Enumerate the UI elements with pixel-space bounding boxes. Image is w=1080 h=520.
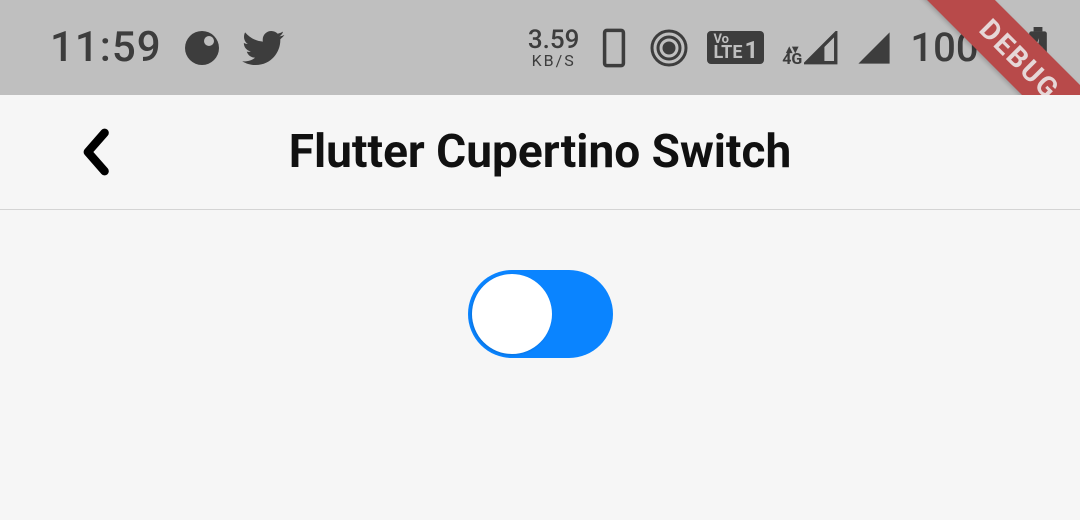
volte-icon: Vo LTE 1 bbox=[707, 31, 764, 64]
volte-bot-label: LTE bbox=[713, 46, 742, 60]
phone-portrait-icon bbox=[597, 28, 631, 68]
chevron-left-icon bbox=[79, 128, 111, 176]
body-area bbox=[0, 210, 1080, 520]
signal-4g-indicator: ▴▾ 4G bbox=[782, 31, 838, 65]
back-button[interactable] bbox=[70, 127, 120, 177]
network-speed-indicator: 3.59 KB/S bbox=[528, 27, 580, 69]
switch-thumb bbox=[472, 274, 552, 354]
network-speed-value: 3.59 bbox=[528, 27, 580, 53]
volte-sim-number: 1 bbox=[744, 41, 758, 60]
notification-dot-icon bbox=[182, 28, 222, 68]
cupertino-nav-bar: Flutter Cupertino Switch bbox=[0, 95, 1080, 210]
page-title: Flutter Cupertino Switch bbox=[289, 125, 791, 179]
status-time: 11:59 bbox=[50, 23, 162, 72]
status-bar: 11:59 3.59 KB/S Vo LTE 1 bbox=[0, 0, 1080, 95]
status-left-group: 11:59 bbox=[50, 23, 286, 72]
hotspot-icon bbox=[649, 28, 689, 68]
network-speed-unit: KB/S bbox=[532, 53, 576, 69]
cupertino-switch[interactable] bbox=[468, 270, 613, 358]
twitter-icon bbox=[242, 26, 286, 70]
network-type-label: 4G bbox=[782, 53, 802, 64]
signal-bars-icon-2 bbox=[856, 30, 892, 66]
signal-bars-icon-1 bbox=[804, 31, 838, 65]
